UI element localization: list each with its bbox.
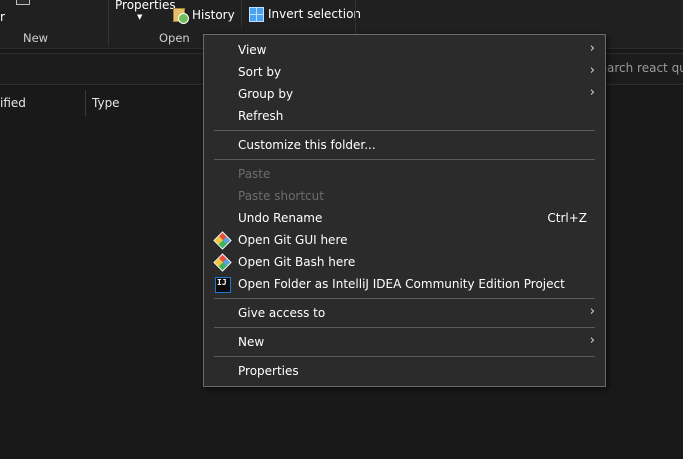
menu-item-label: Undo Rename [238, 211, 323, 225]
menu-item-label: Properties [238, 364, 299, 378]
keyboard-shortcut: Ctrl+Z [547, 211, 587, 225]
invert-selection-button[interactable]: Invert selection [249, 7, 362, 22]
menu-item-label: New [238, 335, 265, 349]
history-label: History [192, 8, 235, 22]
menu-item-label: Open Folder as IntelliJ IDEA Community E… [238, 277, 565, 291]
invert-selection-label: Invert selection [268, 7, 362, 21]
group-label-open: Open [159, 31, 190, 45]
menu-separator [214, 159, 595, 160]
menu-item-view[interactable]: View › [204, 39, 605, 61]
menu-separator [214, 327, 595, 328]
menu-item-refresh[interactable]: Refresh [204, 105, 605, 127]
menu-item-label: Open Git GUI here [238, 233, 348, 247]
git-gui-icon [213, 231, 232, 250]
menu-item-label: Refresh [238, 109, 284, 123]
history-icon [172, 7, 189, 24]
chevron-right-icon: › [589, 85, 595, 100]
group-divider [108, 0, 109, 46]
context-menu: View › Sort by › Group by › Refresh Cust… [203, 34, 606, 387]
chevron-down-icon[interactable]: ▼ [137, 13, 142, 21]
button-divider [241, 0, 242, 28]
menu-item-paste: Paste [204, 163, 605, 185]
intellij-icon-text: IJ [217, 278, 227, 287]
menu-item-undo-rename[interactable]: Undo Rename Ctrl+Z [204, 207, 605, 229]
properties-label: Properties [115, 0, 176, 12]
chevron-right-icon: › [589, 333, 595, 348]
column-header-date-modified[interactable]: ified [0, 96, 26, 110]
menu-item-paste-shortcut: Paste shortcut [204, 185, 605, 207]
group-label-new: New [23, 31, 49, 45]
column-divider[interactable] [85, 90, 86, 116]
column-header-type[interactable]: Type [92, 96, 120, 110]
menu-separator [214, 130, 595, 131]
menu-item-sort-by[interactable]: Sort by › [204, 61, 605, 83]
new-item-icon[interactable] [16, 0, 30, 5]
properties-button[interactable]: Properties [115, 0, 176, 12]
menu-item-properties[interactable]: Properties [204, 360, 605, 382]
menu-item-label: Give access to [238, 306, 326, 320]
menu-item-label: Sort by [238, 65, 282, 79]
intellij-icon: IJ [214, 276, 231, 293]
chevron-right-icon: › [589, 41, 595, 56]
menu-item-give-access[interactable]: Give access to › [204, 302, 605, 324]
history-button[interactable]: History [172, 7, 235, 24]
menu-item-open-git-gui[interactable]: Open Git GUI here [204, 229, 605, 251]
menu-item-customize-folder[interactable]: Customize this folder... [204, 134, 605, 156]
menu-item-label: Group by [238, 87, 294, 101]
menu-separator [214, 298, 595, 299]
invert-selection-icon [249, 7, 264, 22]
menu-item-new[interactable]: New › [204, 331, 605, 353]
menu-item-label: Paste [238, 167, 271, 181]
chevron-right-icon: › [589, 304, 595, 319]
menu-item-label: Open Git Bash here [238, 255, 356, 269]
menu-item-open-intellij[interactable]: IJ Open Folder as IntelliJ IDEA Communit… [204, 273, 605, 295]
menu-item-label: Paste shortcut [238, 189, 324, 203]
menu-item-group-by[interactable]: Group by › [204, 83, 605, 105]
git-bash-icon [213, 253, 232, 272]
menu-item-label: Customize this folder... [238, 138, 376, 152]
menu-item-label: View [238, 43, 267, 57]
ribbon-partial-button[interactable]: r [0, 10, 5, 24]
menu-item-open-git-bash[interactable]: Open Git Bash here [204, 251, 605, 273]
chevron-right-icon: › [589, 63, 595, 78]
menu-separator [214, 356, 595, 357]
ribbon-partial-label: r [0, 10, 5, 24]
